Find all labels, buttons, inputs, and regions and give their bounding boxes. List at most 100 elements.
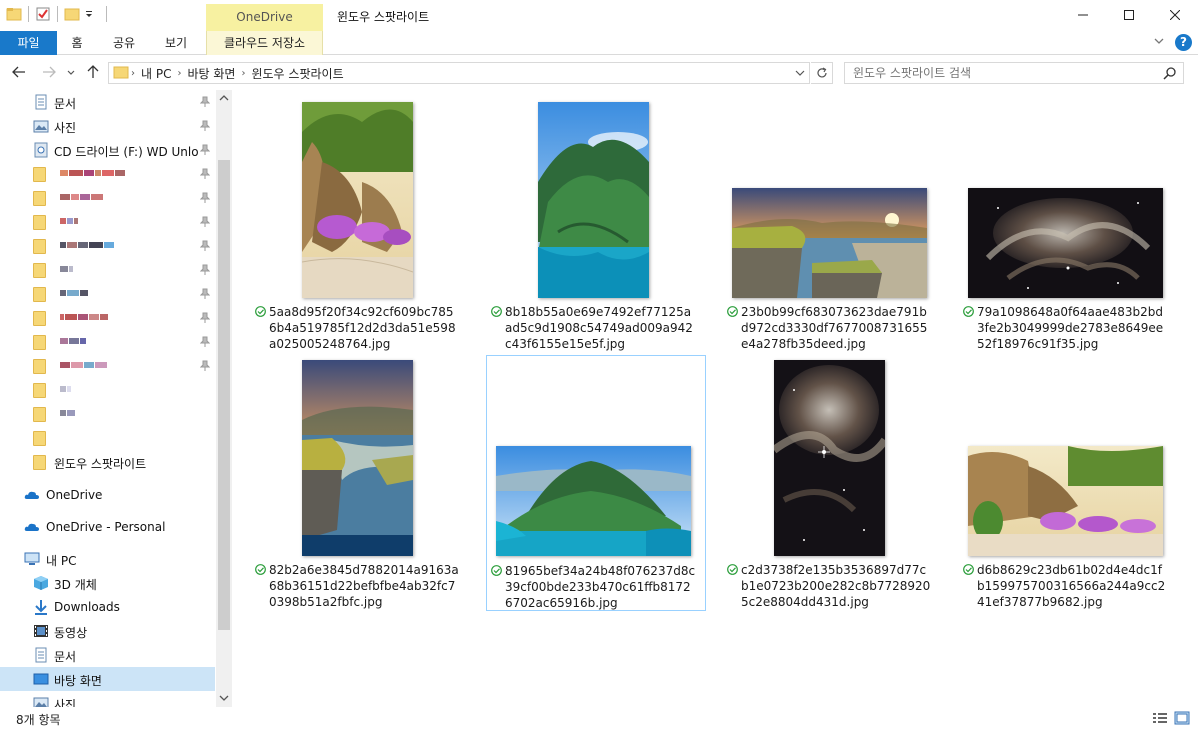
folder-icon (33, 215, 46, 230)
file-tile[interactable]: 79a1098648a0f64aae483b2bd3fe2b3049999de2… (951, 90, 1171, 351)
breadcrumb-current-folder[interactable]: 윈도우 스팟라이트 (251, 65, 343, 82)
nav-item-videos[interactable]: 동영상 (0, 619, 215, 643)
scroll-down-icon[interactable] (216, 690, 232, 706)
maximize-button[interactable] (1106, 0, 1152, 30)
nav-item-folder-redacted[interactable] (0, 282, 215, 306)
file-tile[interactable]: c2d3738f2e135b3536897d77cb1e0723b200e282… (715, 348, 935, 609)
nav-scrollbar[interactable] (216, 90, 232, 707)
pin-icon[interactable] (200, 120, 210, 132)
nav-item-pictures[interactable]: 사진 (0, 691, 215, 707)
search-box[interactable] (844, 62, 1184, 84)
address-dropdown-icon[interactable] (795, 67, 805, 82)
pin-icon[interactable] (200, 336, 210, 348)
scrollbar-thumb[interactable] (218, 160, 230, 630)
nav-item-folder-redacted[interactable] (0, 330, 215, 354)
file-tile[interactable]: 5aa8d95f20f34c92cf609bc7856b4a519785f12d… (243, 90, 463, 351)
nav-item-cd-drive[interactable]: CD 드라이브 (F:) WD Unlocker (0, 138, 215, 162)
breadcrumb-chevron-icon[interactable]: › (177, 68, 181, 79)
up-icon[interactable] (84, 64, 102, 82)
new-folder-icon[interactable] (64, 6, 80, 22)
file-name: c2d3738f2e135b3536897d77cb1e0723b200e282… (741, 563, 931, 609)
scroll-up-icon[interactable] (216, 90, 232, 106)
downloads-icon (35, 600, 47, 615)
folder-icon (33, 263, 46, 278)
tab-file[interactable]: 파일 (0, 31, 57, 55)
nav-item-spotlight-folder[interactable]: 윈도우 스팟라이트 (0, 450, 215, 474)
help-icon[interactable]: ? (1175, 34, 1192, 51)
file-tile[interactable]: 8b18b55a0e69e7492ef77125aad5c9d1908c5474… (479, 90, 699, 351)
properties-icon[interactable] (35, 6, 51, 22)
pin-icon[interactable] (200, 360, 210, 372)
item-count: 8개 항목 (16, 713, 61, 727)
nav-item-downloads[interactable]: Downloads (0, 595, 215, 619)
large-icons-view-icon[interactable] (1174, 711, 1190, 728)
nav-item-documents[interactable]: 문서 (0, 90, 215, 114)
nav-item-label: 3D 개체 (54, 578, 97, 592)
nav-item-onedrive[interactable]: OneDrive (0, 483, 215, 507)
folder-icon (33, 359, 46, 374)
nav-item-folder-redacted[interactable] (0, 186, 215, 210)
nav-item-this-pc[interactable]: 내 PC (0, 547, 215, 571)
tab-view[interactable]: 보기 (156, 31, 196, 55)
toolbar-separator (106, 6, 107, 22)
search-input[interactable] (845, 63, 1145, 83)
pin-icon[interactable] (200, 216, 210, 228)
search-icon[interactable] (1163, 66, 1177, 83)
nav-item-label: 문서 (54, 97, 77, 111)
file-tile-selected[interactable]: 81965bef34a24b48f076237d8c39cf00bde233b4… (486, 355, 706, 611)
address-bar[interactable]: › 내 PC › 바탕 화면 › 윈도우 스팟라이트 (108, 62, 810, 84)
nav-item-folder[interactable] (0, 426, 215, 450)
nav-item-pictures[interactable]: 사진 (0, 114, 215, 138)
redacted-label (60, 338, 87, 347)
breadcrumb-chevron-icon[interactable]: › (131, 68, 135, 79)
recent-locations-icon[interactable] (64, 64, 78, 82)
pin-icon[interactable] (200, 288, 210, 300)
pin-icon[interactable] (200, 168, 210, 180)
nav-item-folder-redacted[interactable] (0, 234, 215, 258)
file-name: 79a1098648a0f64aae483b2bd3fe2b3049999de2… (977, 305, 1164, 351)
file-tile[interactable]: 82b2a6e3845d7882014a9163a68b36151d22befb… (243, 348, 463, 609)
customize-toolbar-icon[interactable] (84, 6, 100, 22)
tab-home[interactable]: 홈 (62, 31, 92, 55)
refresh-button[interactable] (811, 62, 833, 84)
back-icon[interactable] (10, 64, 28, 82)
forward-icon[interactable] (40, 64, 58, 82)
tab-cloud-storage[interactable]: 클라우드 저장소 (206, 31, 323, 55)
nav-item-folder-redacted[interactable] (0, 354, 215, 378)
nav-item-label: 사진 (54, 698, 77, 707)
pin-icon[interactable] (200, 264, 210, 276)
tab-share[interactable]: 공유 (104, 31, 144, 55)
details-view-icon[interactable] (1152, 711, 1168, 728)
folder-icon[interactable] (6, 6, 22, 22)
nav-item-folder-redacted[interactable] (0, 306, 215, 330)
file-name: 81965bef34a24b48f076237d8c39cf00bde233b4… (505, 564, 696, 610)
pin-icon[interactable] (200, 240, 210, 252)
breadcrumb-chevron-icon[interactable]: › (241, 68, 245, 79)
nav-item-3d-objects[interactable]: 3D 개체 (0, 571, 215, 595)
breadcrumb-desktop[interactable]: 바탕 화면 (187, 65, 235, 82)
pin-icon[interactable] (200, 192, 210, 204)
nav-item-folder-redacted[interactable] (0, 210, 215, 234)
nav-item-onedrive-personal[interactable]: OneDrive - Personal (0, 515, 215, 539)
status-bar: 8개 항목 (0, 707, 1198, 730)
file-name: d6b8629c23db61b02d4e4dc1fb15997570031656… (977, 563, 1166, 609)
ribbon-controls: ? (1153, 34, 1192, 51)
redacted-label (60, 314, 109, 323)
file-tile[interactable]: 23b0b99cf683073623dae791bd972cd3330df767… (715, 90, 935, 351)
nav-item-folder-redacted[interactable] (0, 162, 215, 186)
ribbon-tabs: 파일 홈 공유 보기 클라우드 저장소 ? (0, 31, 1198, 55)
nav-item-label: OneDrive (46, 488, 103, 502)
pin-icon[interactable] (200, 144, 210, 156)
file-tile[interactable]: d6b8629c23db61b02d4e4dc1fb15997570031656… (951, 348, 1171, 609)
nav-item-desktop[interactable]: 바탕 화면 (0, 667, 215, 691)
nav-item-folder-redacted[interactable] (0, 258, 215, 282)
close-button[interactable] (1152, 0, 1198, 30)
pin-icon[interactable] (200, 312, 210, 324)
breadcrumb-this-pc[interactable]: 내 PC (141, 65, 171, 82)
nav-item-documents[interactable]: 문서 (0, 643, 215, 667)
minimize-button[interactable] (1060, 0, 1106, 30)
pin-icon[interactable] (200, 96, 210, 108)
expand-ribbon-icon[interactable] (1153, 35, 1165, 50)
nav-item-folder-redacted[interactable] (0, 378, 215, 402)
nav-item-folder-redacted[interactable] (0, 402, 215, 426)
